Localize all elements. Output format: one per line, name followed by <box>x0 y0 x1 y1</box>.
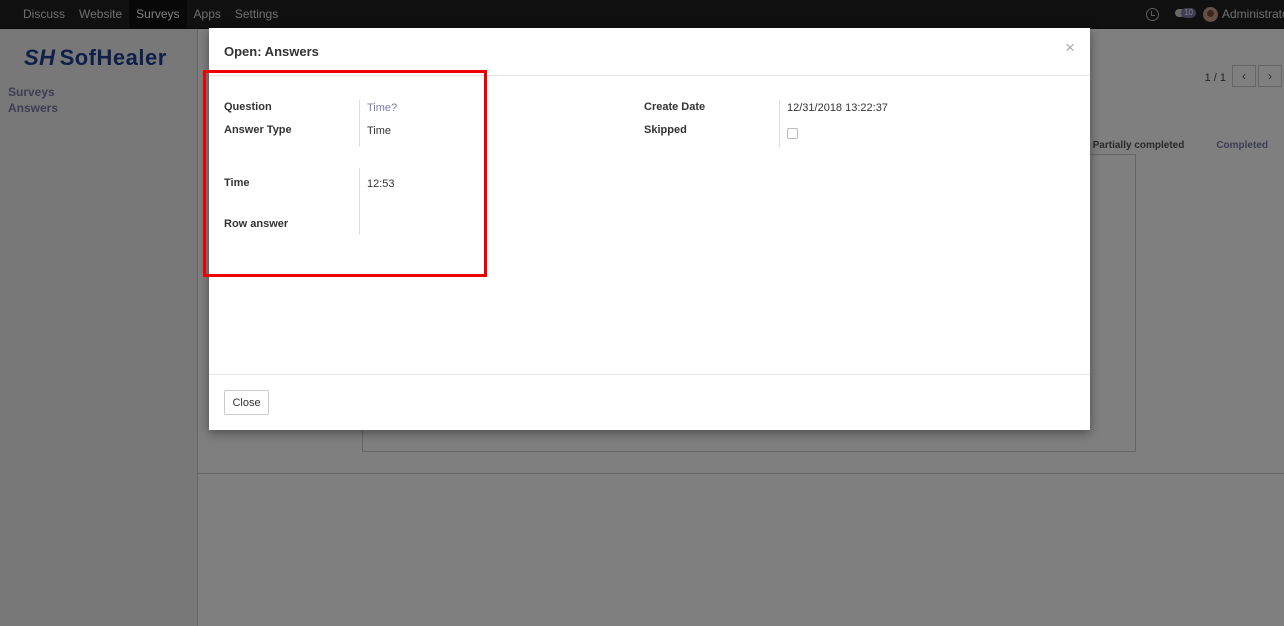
create-date-value: 12/31/2018 13:22:37 <box>787 102 888 114</box>
dialog-header: Open: Answers × <box>209 28 1090 76</box>
dialog-title: Open: Answers <box>224 44 319 59</box>
skipped-checkbox[interactable] <box>787 128 798 139</box>
close-button[interactable]: Close <box>224 390 269 415</box>
highlight-box <box>203 70 487 277</box>
dialog-footer: Close <box>209 374 1090 431</box>
field-separator <box>779 100 780 147</box>
close-icon[interactable]: × <box>1065 39 1075 56</box>
skipped-label: Skipped <box>644 124 687 136</box>
create-date-label: Create Date <box>644 101 706 113</box>
